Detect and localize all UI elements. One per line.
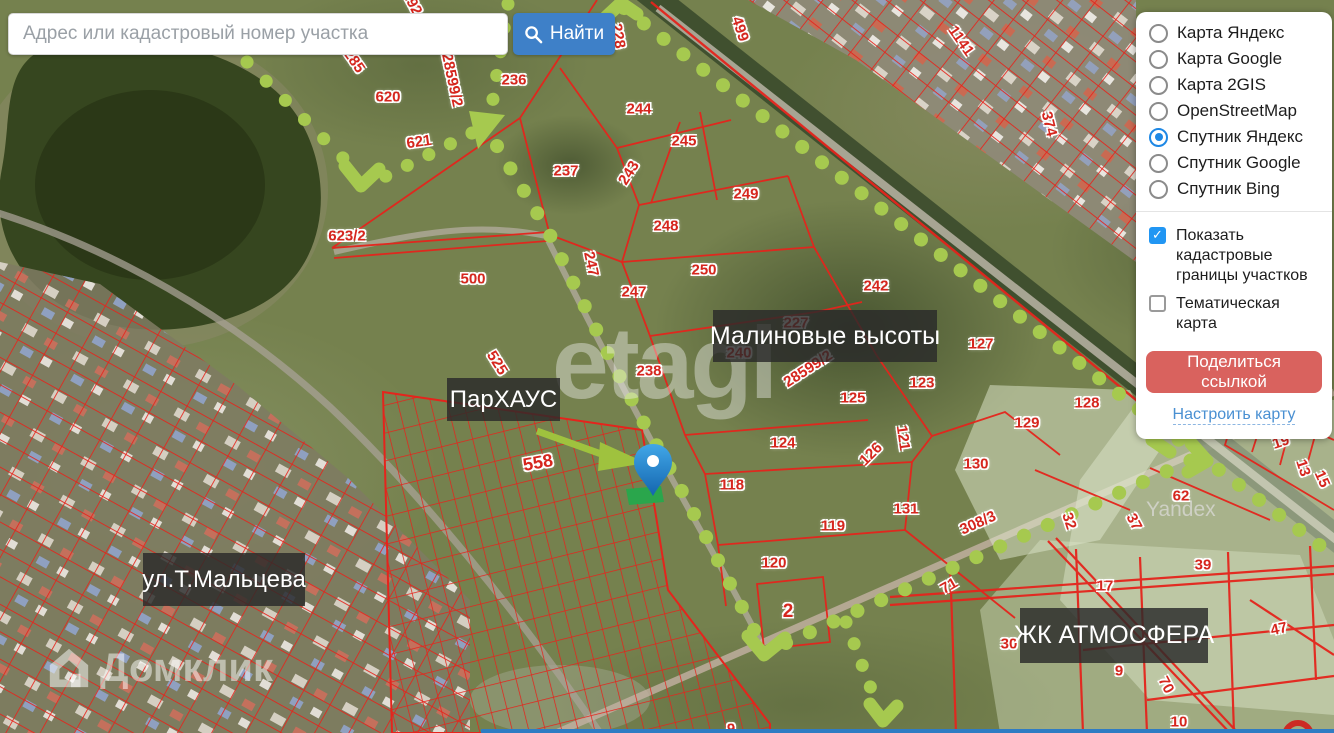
- place-label: Малиновые высоты: [710, 310, 940, 362]
- map-layers-panel: Карта Яндекс Карта Google Карта 2GIS OpenSt…: [1136, 12, 1332, 439]
- layer-option-label: Карта Google: [1177, 49, 1283, 68]
- parcel-number: 236: [501, 71, 527, 89]
- parcel-number: 129: [1014, 414, 1040, 432]
- parcel-number: 244: [626, 100, 652, 118]
- layer-option[interactable]: OpenStreetMap: [1136, 98, 1332, 124]
- parcel-number: 131: [893, 500, 919, 518]
- panel-divider: [1136, 211, 1332, 212]
- checkbox-icon[interactable]: ✓: [1149, 227, 1166, 244]
- layer-toggles-list: ✓ Показать кадастровые границы участков Те…: [1136, 222, 1332, 338]
- parcel-number: 242: [863, 277, 889, 295]
- layer-option-label: OpenStreetMap: [1177, 101, 1298, 120]
- layer-option-label: Спутник Яндекс: [1177, 127, 1303, 146]
- place-label: ЖК АТМОСФЕРА: [1014, 608, 1214, 663]
- radio-icon[interactable]: [1149, 23, 1168, 43]
- layer-option[interactable]: Карта 2GIS: [1136, 72, 1332, 98]
- parcel-number: 124: [770, 434, 796, 452]
- search-input[interactable]: [8, 13, 508, 55]
- toggle-option-label: Показать кадастровые границы участков: [1176, 227, 1308, 284]
- layer-option[interactable]: Карта Яндекс: [1136, 20, 1332, 46]
- parcel-number: 500: [460, 270, 486, 288]
- parcel-number: 249: [733, 185, 759, 203]
- parcel-number: 127: [968, 335, 994, 353]
- search-icon: [525, 25, 543, 43]
- radio-icon[interactable]: [1149, 127, 1168, 147]
- parcel-number: 125: [840, 389, 866, 407]
- layer-option-label: Спутник Google: [1177, 153, 1301, 172]
- parcel-number: 250: [691, 261, 717, 279]
- parcel-number: 118: [719, 476, 745, 494]
- layer-option[interactable]: Спутник Bing: [1136, 176, 1332, 202]
- layer-option[interactable]: Спутник Google: [1136, 150, 1332, 176]
- parcel-number: 120: [761, 554, 787, 572]
- parcel-number: 123: [909, 374, 935, 392]
- layer-option-label: Карта 2GIS: [1177, 75, 1266, 94]
- search-button-label: Найти: [549, 23, 605, 44]
- checkbox-icon[interactable]: [1149, 295, 1166, 312]
- bottom-panel-edge: [481, 729, 1334, 733]
- search-button[interactable]: Найти: [513, 13, 615, 55]
- parcel-number: 245: [671, 132, 697, 150]
- parcel-number: 130: [963, 455, 989, 473]
- radio-icon[interactable]: [1149, 101, 1168, 121]
- parcel-number: 17: [1096, 577, 1114, 595]
- parcel-number: 47: [1269, 618, 1289, 640]
- configure-map-link[interactable]: Настроить карту: [1172, 406, 1296, 425]
- highlighted-parcel[interactable]: [626, 486, 664, 505]
- cadastral-map-app: etagi Yandex Домклик 620 621 623/2 28599/2 2…: [0, 0, 1334, 733]
- parcel-number: 621: [405, 131, 433, 153]
- parcel-number: 119: [820, 517, 846, 535]
- parcel-number: 247: [621, 283, 647, 301]
- toggle-option[interactable]: Тематическая карта: [1136, 290, 1332, 338]
- parcel-number: 620: [375, 88, 401, 106]
- parcel-number: 39: [1194, 556, 1212, 574]
- radio-icon[interactable]: [1149, 49, 1168, 69]
- place-label: ул.Т.Мальцева: [142, 553, 306, 606]
- parcel-number: 238: [636, 362, 662, 380]
- radio-icon[interactable]: [1149, 153, 1168, 173]
- toggle-option[interactable]: ✓ Показать кадастровые границы участков: [1136, 222, 1332, 290]
- layer-options-list: Карта Яндекс Карта Google Карта 2GIS OpenSt…: [1136, 20, 1332, 202]
- parcel-number: 121: [892, 424, 914, 452]
- layer-option[interactable]: Спутник Яндекс: [1136, 124, 1332, 150]
- parcel-number: 9: [1114, 662, 1124, 680]
- toggle-option-label: Тематическая карта: [1176, 295, 1280, 332]
- radio-icon[interactable]: [1149, 179, 1168, 199]
- parcel-number: 10: [1170, 713, 1188, 731]
- place-label: ПарХАУС: [447, 378, 560, 421]
- radio-icon[interactable]: [1149, 75, 1168, 95]
- search-bar: Найти: [8, 13, 615, 55]
- share-link-button[interactable]: Поделиться ссылкой: [1146, 351, 1322, 393]
- layer-option-label: Спутник Bing: [1177, 179, 1280, 198]
- layer-option[interactable]: Карта Google: [1136, 46, 1332, 72]
- parcel-number: 623/2: [328, 227, 366, 245]
- parcel-number: 248: [653, 217, 679, 235]
- parcel-number: 128: [1074, 394, 1100, 412]
- parcel-number: 237: [553, 162, 579, 180]
- parcel-number: 2: [782, 601, 794, 622]
- layer-option-label: Карта Яндекс: [1177, 23, 1285, 42]
- parcel-number: 62: [1172, 487, 1190, 505]
